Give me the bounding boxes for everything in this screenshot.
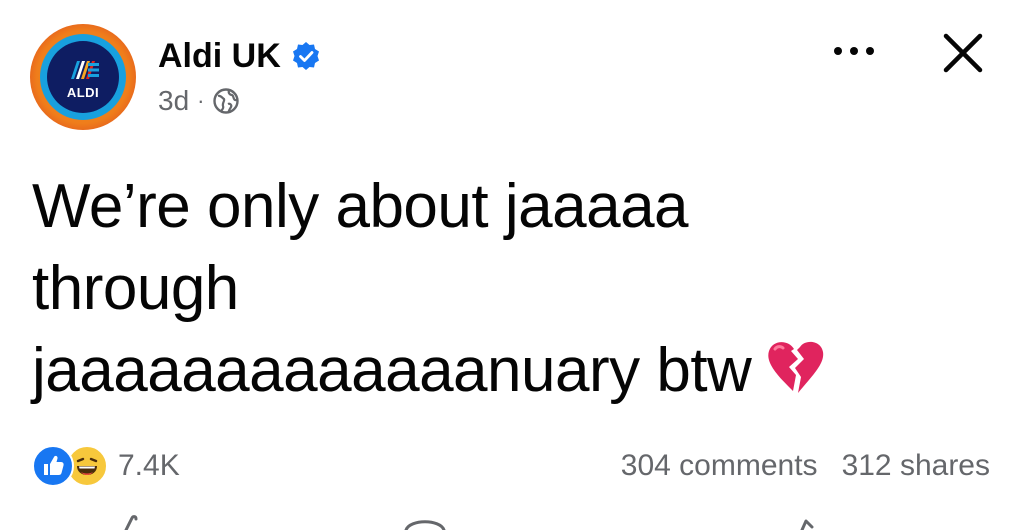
comment-action-icon[interactable] <box>400 515 450 530</box>
meta-separator: · <box>197 88 205 113</box>
page-name-row: Aldi UK <box>158 36 321 76</box>
post-time[interactable]: 3d <box>158 84 189 118</box>
like-reaction-icon <box>32 445 74 487</box>
post-text-line-2: through <box>32 254 239 323</box>
share-action-icon[interactable] <box>784 515 824 530</box>
page-avatar[interactable]: ALDI <box>30 24 136 130</box>
avatar-ring: ALDI <box>40 34 126 120</box>
more-options-icon[interactable] <box>826 36 882 66</box>
shares-count-link[interactable]: 312 shares <box>842 449 990 483</box>
comments-count-link[interactable]: 304 comments <box>621 449 818 483</box>
post-text-line-3-wrapper: jaaaaaaaaaaaaanuary btw <box>32 330 992 412</box>
post-text: We’re only about jaaaaa through jaaaaaaa… <box>32 166 992 412</box>
post-text-line-1: We’re only about jaaaaa <box>32 172 689 241</box>
broken-heart-icon <box>768 341 824 393</box>
verified-badge-icon <box>292 42 319 70</box>
logo-stripes-icon <box>71 61 99 79</box>
globe-icon[interactable] <box>212 87 240 115</box>
like-action-icon[interactable] <box>112 515 152 530</box>
reactions-summary[interactable]: 7.4K <box>32 445 180 487</box>
engagement-stats: 304 comments 312 shares <box>621 446 990 486</box>
close-icon[interactable] <box>936 26 990 80</box>
post-meta: 3d · <box>158 84 240 118</box>
aldi-logo: ALDI <box>47 41 119 113</box>
avatar-logo-text: ALDI <box>66 85 100 100</box>
post-text-line-3: jaaaaaaaaaaaaanuary btw <box>32 336 752 405</box>
reaction-count: 7.4K <box>118 449 180 482</box>
page-name[interactable]: Aldi UK <box>158 36 281 76</box>
